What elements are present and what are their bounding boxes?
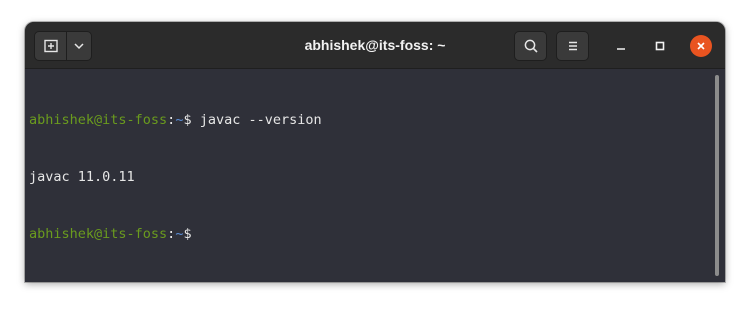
prompt-user: abhishek@its-foss <box>29 112 168 128</box>
terminal-command: javac --version <box>199 112 322 128</box>
tab-menu-button[interactable] <box>66 31 92 61</box>
prompt-user: abhishek@its-foss <box>29 226 168 242</box>
terminal-lines: abhishek@its-foss:~$ javac --version jav… <box>29 73 322 282</box>
close-button[interactable] <box>690 35 712 57</box>
window-title: abhishek@its-foss: ~ <box>304 37 446 53</box>
search-icon <box>524 39 538 53</box>
terminal-line: abhishek@its-foss:~$ javac --version <box>29 111 322 130</box>
terminal-output[interactable]: abhishek@its-foss:~$ javac --version jav… <box>25 69 725 282</box>
prompt-symbol: $ <box>183 112 200 128</box>
terminal-window: abhishek@its-foss: ~ abhishek@its-foss:~… <box>25 22 725 282</box>
new-tab-icon <box>43 39 58 53</box>
terminal-line: javac 11.0.11 <box>29 168 322 187</box>
prompt-symbol: $ <box>183 226 192 242</box>
header-bar: abhishek@its-foss: ~ <box>25 22 725 69</box>
menu-button[interactable] <box>556 31 589 61</box>
minimize-icon <box>617 48 625 50</box>
maximize-button[interactable] <box>649 35 671 57</box>
chevron-down-icon <box>74 43 84 50</box>
terminal-line: abhishek@its-foss:~$ <box>29 225 322 244</box>
minimize-button[interactable] <box>610 35 632 57</box>
maximize-icon <box>655 41 665 51</box>
search-button[interactable] <box>514 31 547 61</box>
command-output: javac 11.0.11 <box>29 169 135 185</box>
scrollbar[interactable] <box>715 75 719 276</box>
new-tab-button[interactable] <box>34 31 67 61</box>
hamburger-menu-icon <box>568 41 577 51</box>
close-icon <box>697 42 705 50</box>
